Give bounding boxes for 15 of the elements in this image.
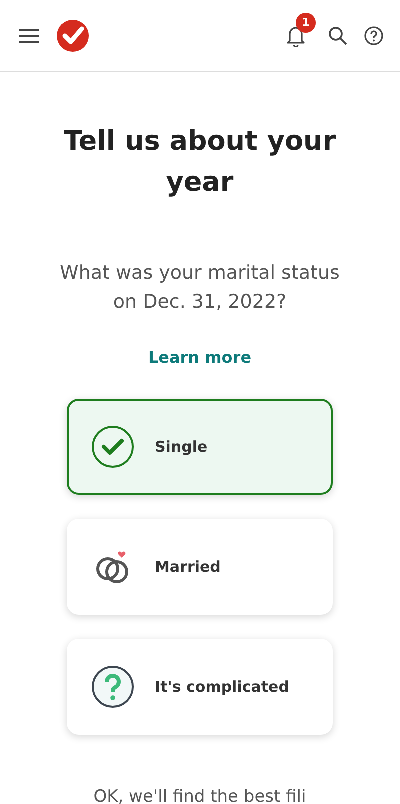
question-circle-icon [91, 664, 135, 709]
learn-more-link[interactable]: Learn more [148, 348, 252, 367]
page-title: Tell us about your year [62, 125, 338, 200]
logo-icon[interactable] [56, 18, 90, 52]
search-icon[interactable] [328, 26, 348, 46]
question-text: What was your marital status on Dec. 31, 2022? [59, 261, 341, 316]
check-circle-icon [91, 424, 135, 469]
info-text: OK, we'll find the best fili [94, 786, 306, 804]
help-icon[interactable] [364, 26, 384, 46]
option-card[interactable]: Single [67, 398, 333, 495]
notification-badge: 1 [296, 12, 316, 32]
option-card[interactable]: It's complicated [67, 638, 333, 735]
option-card[interactable]: Married [67, 518, 333, 615]
bell-icon[interactable] [286, 24, 306, 46]
menu-icon[interactable] [18, 28, 40, 44]
